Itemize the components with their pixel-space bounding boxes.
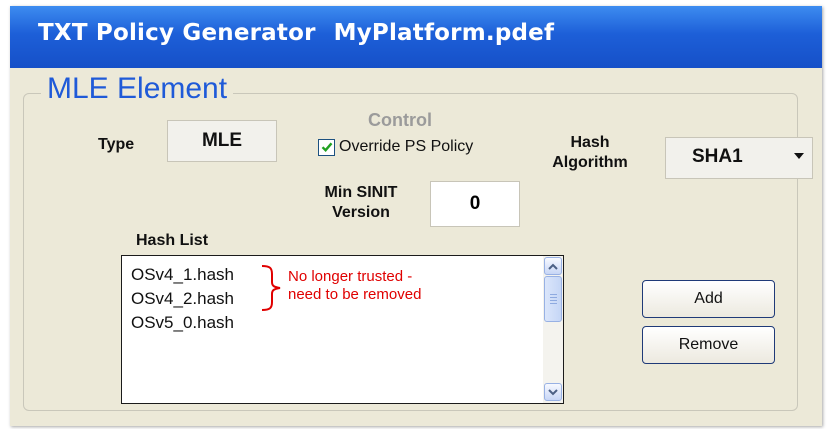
vertical-scrollbar[interactable] [543, 256, 563, 403]
min-sinit-label-line2: Version [332, 204, 390, 221]
title-bar[interactable]: TXT Policy Generator MyPlatform.pdef [10, 6, 822, 68]
chevron-down-icon[interactable] [794, 153, 804, 159]
chevron-down-icon [548, 388, 558, 395]
hash-algorithm-label-line1: Hash [570, 134, 610, 151]
hash-algorithm-label: Hash Algorithm [545, 133, 635, 173]
removal-annotation: No longer trusted - need to be removed [288, 268, 421, 304]
grip-line [550, 303, 557, 304]
override-ps-policy-label: Override PS Policy [339, 138, 474, 155]
file-name: MyPlatform.pdef [333, 20, 555, 46]
scroll-thumb[interactable] [544, 276, 562, 322]
hash-list-label: Hash List [136, 232, 209, 249]
annotation-line1: No longer trusted - [288, 268, 413, 285]
hash-algorithm-value: SHA1 [692, 146, 743, 167]
override-ps-policy-checkbox[interactable] [318, 138, 335, 156]
scroll-down-button[interactable] [544, 383, 562, 401]
remove-button[interactable]: Remove [642, 326, 775, 364]
list-item[interactable]: OSv5_0.hash [131, 311, 234, 335]
app-title: TXT Policy Generator [38, 20, 316, 46]
control-title: Control [368, 110, 432, 130]
chevron-up-icon [548, 263, 558, 270]
hash-list-items: OSv4_1.hash OSv4_2.hash OSv5_0.hash [131, 263, 234, 335]
add-button[interactable]: Add [642, 280, 775, 318]
min-sinit-label-line1: Min SINIT [324, 184, 398, 201]
annotation-line2: need to be removed [288, 286, 422, 303]
grip-line [550, 300, 557, 301]
min-sinit-version-input[interactable]: 0 [430, 181, 520, 227]
grip-line [550, 294, 557, 295]
group-legend: MLE Element [41, 72, 234, 106]
type-label: Type [98, 136, 135, 153]
hash-algorithm-select[interactable]: SHA1 [665, 137, 813, 179]
min-sinit-label: Min SINIT Version [316, 183, 406, 223]
checkmark-icon [321, 142, 332, 152]
scroll-up-button[interactable] [544, 257, 562, 275]
window-title: TXT Policy Generator MyPlatform.pdef [38, 20, 554, 46]
list-item[interactable]: OSv4_1.hash [131, 263, 234, 287]
list-item[interactable]: OSv4_2.hash [131, 287, 234, 311]
hash-algorithm-label-line2: Algorithm [552, 154, 628, 171]
curly-brace-annotation [261, 265, 281, 311]
override-ps-policy-checkbox-row[interactable]: Override PS Policy [318, 138, 473, 156]
grip-line [550, 297, 557, 298]
type-value: MLE [167, 120, 277, 162]
